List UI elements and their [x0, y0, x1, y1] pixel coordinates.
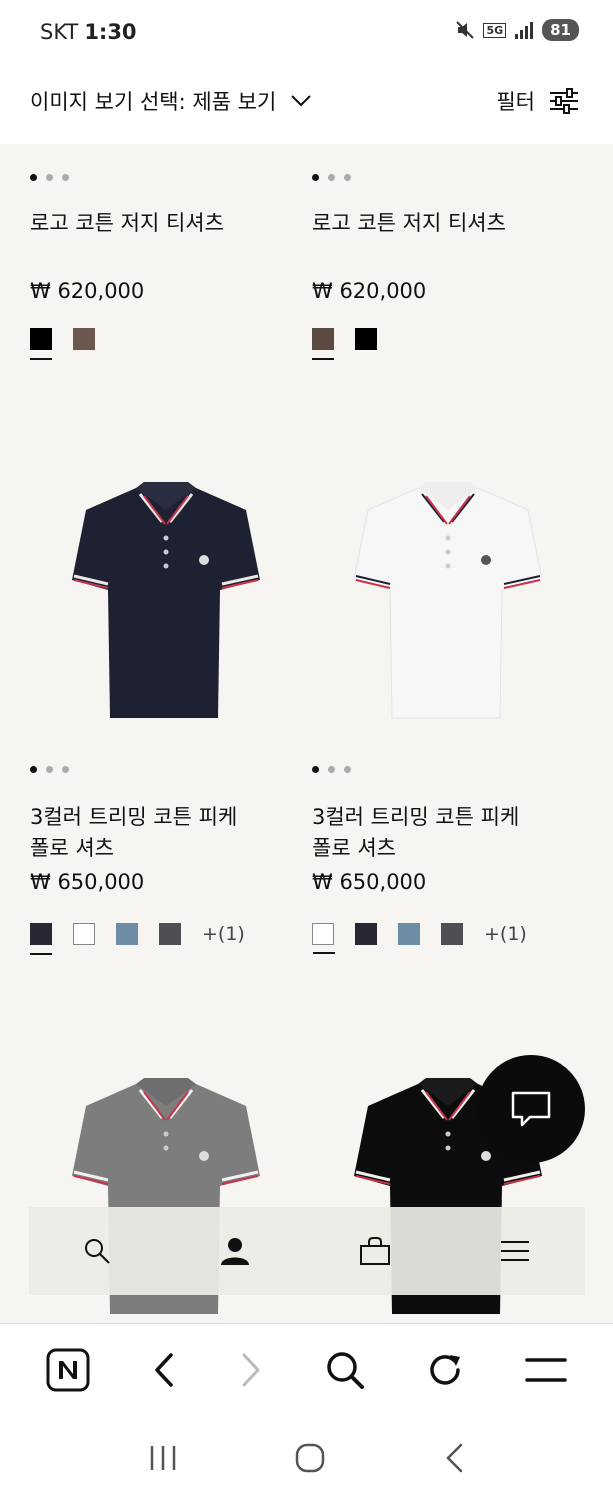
product-card[interactable]: 로고 코튼 저지 티셔츠 ₩ 620,000 [30, 174, 310, 364]
color-swatch[interactable] [159, 923, 181, 945]
color-swatches: +(1) [30, 923, 245, 955]
chat-bubble-icon [511, 1091, 551, 1127]
product-name-line: 3컬러 트리밍 코튼 피케 [312, 805, 520, 829]
naver-n-icon[interactable] [46, 1348, 90, 1392]
color-swatch[interactable] [355, 923, 377, 945]
image-carousel-dots[interactable] [312, 174, 592, 181]
color-swatches [30, 328, 116, 360]
status-time: 1:30 [84, 20, 137, 44]
product-name-line: 폴로 셔츠 [30, 836, 114, 860]
product-price: ₩ 650,000 [312, 870, 427, 894]
product-name[interactable]: 로고 코튼 저지 티셔츠 [312, 208, 506, 239]
system-navigation-bar [0, 1415, 613, 1500]
product-card[interactable]: 3컬러 트리밍 코튼 피케 폴로 셔츠 ₩ 650,000 +(1) [312, 766, 592, 956]
signal-icon [515, 22, 534, 39]
color-swatch[interactable] [312, 328, 334, 360]
product-list-header: 이미지 보기 선택: 제품 보기 필터 [0, 64, 613, 144]
color-swatches [312, 328, 398, 360]
product-name[interactable]: 로고 코튼 저지 티셔츠 [30, 208, 224, 239]
product-image[interactable] [70, 480, 262, 720]
site-bottom-nav [29, 1207, 585, 1295]
forward-arrow-icon[interactable] [238, 1352, 264, 1388]
color-swatch[interactable] [73, 923, 95, 945]
browser-toolbar [0, 1323, 613, 1415]
color-swatch[interactable] [73, 328, 95, 350]
filter-sliders-icon [550, 88, 578, 114]
color-swatch[interactable] [398, 923, 420, 945]
color-swatch[interactable] [30, 923, 52, 955]
product-price: ₩ 620,000 [30, 279, 145, 303]
color-swatch[interactable] [116, 923, 138, 945]
filter-label: 필터 [496, 90, 535, 114]
chat-button[interactable] [477, 1055, 585, 1163]
filter-button[interactable]: 필터 [496, 86, 579, 116]
menu-icon[interactable] [524, 1356, 567, 1384]
image-carousel-dots[interactable] [312, 766, 592, 773]
product-card[interactable]: 3컬러 트리밍 코튼 피케 폴로 셔츠 ₩ 650,000 +(1) [30, 766, 310, 956]
more-colors-count[interactable]: +(1) [202, 923, 245, 945]
status-icons: 5G 81 [455, 19, 579, 41]
color-swatch[interactable] [355, 328, 377, 350]
battery-indicator: 81 [542, 19, 579, 41]
view-select-label: 이미지 보기 선택: 제품 보기 [30, 90, 277, 114]
mute-icon [456, 21, 475, 39]
search-icon[interactable] [325, 1350, 365, 1390]
color-swatch[interactable] [441, 923, 463, 945]
chevron-down-icon [291, 95, 312, 107]
shopping-bag-icon[interactable] [359, 1236, 391, 1266]
status-bar: SKT 1:30 5G 81 [0, 0, 613, 64]
account-icon[interactable] [219, 1235, 251, 1267]
menu-icon[interactable] [499, 1239, 531, 1263]
color-swatch[interactable] [30, 328, 52, 360]
view-select-dropdown[interactable]: 이미지 보기 선택: 제품 보기 [30, 86, 312, 116]
image-carousel-dots[interactable] [30, 766, 310, 773]
product-price: ₩ 620,000 [312, 279, 427, 303]
status-carrier: SKT 1:30 [40, 20, 137, 44]
product-name[interactable]: 3컬러 트리밍 코튼 피케 폴로 셔츠 [30, 802, 237, 864]
back-arrow-icon[interactable] [151, 1352, 177, 1388]
back-icon[interactable] [443, 1442, 465, 1474]
color-swatches: +(1) [312, 923, 527, 954]
image-carousel-dots[interactable] [30, 174, 310, 181]
more-colors-count[interactable]: +(1) [484, 923, 527, 945]
network-type: 5G [483, 22, 507, 38]
search-icon[interactable] [83, 1237, 111, 1265]
color-swatch[interactable] [312, 923, 335, 954]
product-card[interactable]: 로고 코튼 저지 티셔츠 ₩ 620,000 [312, 174, 592, 364]
product-image[interactable] [352, 480, 544, 720]
refresh-icon[interactable] [426, 1351, 464, 1389]
carrier-name: SKT [40, 20, 79, 44]
product-name[interactable]: 3컬러 트리밍 코튼 피케 폴로 셔츠 [312, 802, 519, 864]
product-name-line: 3컬러 트리밍 코튼 피케 [30, 805, 238, 829]
product-name-line: 폴로 셔츠 [312, 836, 396, 860]
recent-apps-icon[interactable] [148, 1444, 178, 1472]
product-price: ₩ 650,000 [30, 870, 145, 894]
home-icon[interactable] [294, 1442, 326, 1474]
